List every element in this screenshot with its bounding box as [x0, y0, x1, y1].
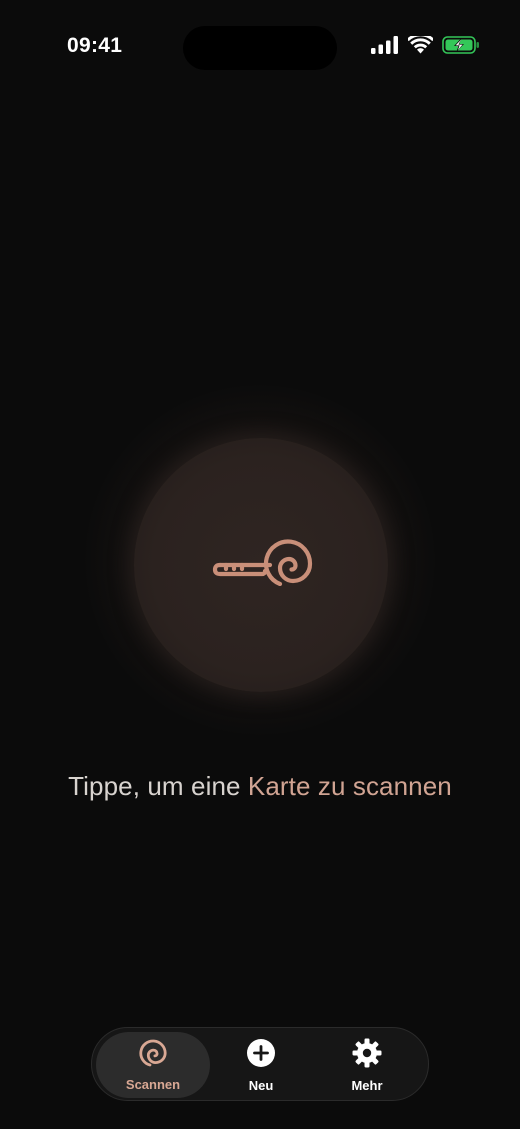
tab-label-mehr: Mehr [351, 1077, 383, 1093]
tab-label-neu: Neu [248, 1077, 274, 1093]
battery-charging-icon [442, 36, 480, 54]
tab-scannen[interactable]: Scannen [96, 1032, 210, 1098]
tab-neu[interactable]: Neu [204, 1032, 318, 1098]
cellular-signal-icon [371, 36, 399, 54]
wifi-icon [408, 36, 433, 54]
scan-prompt: Tippe, um eine Karte zu scannen [0, 771, 520, 802]
spiral-icon [139, 1039, 167, 1072]
status-icons [371, 36, 480, 54]
tab-mehr[interactable]: Mehr [310, 1032, 424, 1098]
scan-card-button[interactable] [134, 438, 388, 692]
plus-circle-icon [246, 1038, 276, 1073]
status-time: 09:41 [67, 34, 123, 57]
tab-bar: Scannen Neu Mehr [91, 1027, 429, 1101]
prompt-accent-text: Karte zu scannen [247, 771, 452, 801]
key-spiral-icon [212, 538, 316, 591]
prompt-text: Tippe, um eine [68, 771, 248, 801]
dynamic-island [183, 26, 337, 70]
gear-icon [352, 1038, 382, 1073]
tab-label-scannen: Scannen [125, 1076, 181, 1092]
status-bar: 09:41 [0, 0, 520, 96]
